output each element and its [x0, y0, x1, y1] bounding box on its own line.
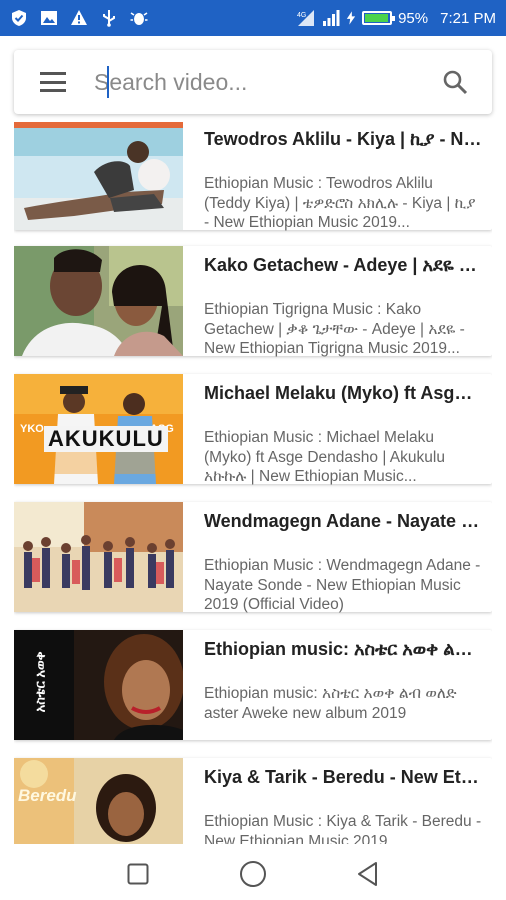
video-thumbnail[interactable]	[14, 502, 183, 612]
search-input[interactable]	[94, 68, 414, 96]
video-description: Ethiopian music: አስቴር አወቀ ልብ ወለድ aster A…	[204, 685, 457, 722]
video-title[interactable]: Kako Getachew - Adeye | አደዬ - New Ethiop…	[204, 254, 482, 276]
wifi-icon: 4G	[297, 10, 315, 26]
video-description: Ethiopian Music : Michael Melaku (Myko) …	[204, 429, 445, 485]
back-button[interactable]	[353, 859, 383, 889]
thumbnail-title-text: Beredu	[18, 786, 77, 805]
video-title[interactable]: Michael Melaku (Myko) ft Asge Dendasho -…	[204, 382, 482, 404]
video-title[interactable]: Kiya & Tarik - Beredu - New Ethiopian Mu…	[204, 766, 482, 788]
video-card-myko[interactable]: YKO ASG AKUKULU Michael Melaku (Myko) ft…	[14, 374, 492, 485]
warning-icon	[71, 10, 87, 25]
video-card-kiya-tarik[interactable]: Beredu Kiya & Tarik - Beredu - New Ethio…	[14, 758, 492, 844]
status-bar: 4G 95% 7:21 PM	[0, 0, 506, 36]
clock: 7:21 PM	[440, 9, 496, 27]
video-title[interactable]: Ethiopian music: አስቴር አወቀ ልብ ወለድ	[204, 638, 482, 660]
video-thumbnail[interactable]: Beredu	[14, 758, 183, 844]
video-thumbnail[interactable]: YKO ASG AKUKULU	[14, 374, 183, 484]
recents-button[interactable]	[123, 859, 153, 889]
thumbnail-title-text: AKUKULU	[44, 426, 168, 452]
video-description: Ethiopian Music : Tewodros Aklilu (Teddy…	[204, 175, 476, 231]
video-card-tewodros[interactable]: Tewodros Aklilu - Kiya | ኪያ - New Ethiop…	[14, 122, 492, 231]
video-description: Ethiopian Music : Wendmagegn Adane - Nay…	[204, 557, 481, 613]
search-bar	[14, 50, 492, 114]
svg-text:YKO: YKO	[20, 423, 44, 435]
video-description: Ethiopian Tigrigna Music : Kako Getachew…	[204, 301, 465, 357]
search-icon[interactable]	[442, 69, 468, 95]
circle-icon	[239, 861, 266, 887]
signal-icon	[323, 10, 340, 26]
video-card-wendmagegn[interactable]: Wendmagegn Adane - Nayate Sonde - New Et…	[14, 502, 492, 613]
video-thumbnail[interactable]	[14, 246, 183, 356]
video-description: Ethiopian Music : Kiya & Tarik - Beredu …	[204, 813, 482, 844]
thumbnail-title-text: አስቴር አወቀ	[32, 651, 48, 713]
video-list[interactable]: Tewodros Aklilu - Kiya | ኪያ - New Ethiop…	[14, 122, 492, 844]
shield-icon	[12, 10, 26, 26]
menu-icon[interactable]	[40, 72, 66, 92]
video-card-aster[interactable]: አስቴር አወቀ Ethiopian music: አስቴር አወቀ ልብ ወለ…	[14, 630, 492, 740]
svg-text:4G: 4G	[297, 12, 306, 19]
video-title[interactable]: Tewodros Aklilu - Kiya | ኪያ - New Ethiop…	[204, 128, 482, 150]
square-icon	[127, 863, 149, 885]
battery-percent: 95%	[398, 9, 429, 27]
triangle-back-icon	[358, 862, 378, 886]
charging-icon	[346, 11, 356, 25]
video-thumbnail[interactable]	[14, 122, 183, 230]
video-title[interactable]: Wendmagegn Adane - Nayate Sonde - New Et…	[204, 510, 482, 532]
bug-icon	[130, 12, 148, 25]
battery-icon	[362, 11, 396, 25]
image-icon	[41, 11, 57, 25]
text-cursor	[107, 66, 109, 98]
system-nav-bar	[0, 848, 506, 900]
video-thumbnail[interactable]: አስቴር አወቀ	[14, 630, 183, 740]
usb-icon	[103, 10, 115, 27]
home-button[interactable]	[238, 859, 268, 889]
video-card-kako[interactable]: Kako Getachew - Adeye | አደዬ - New Ethiop…	[14, 246, 492, 357]
